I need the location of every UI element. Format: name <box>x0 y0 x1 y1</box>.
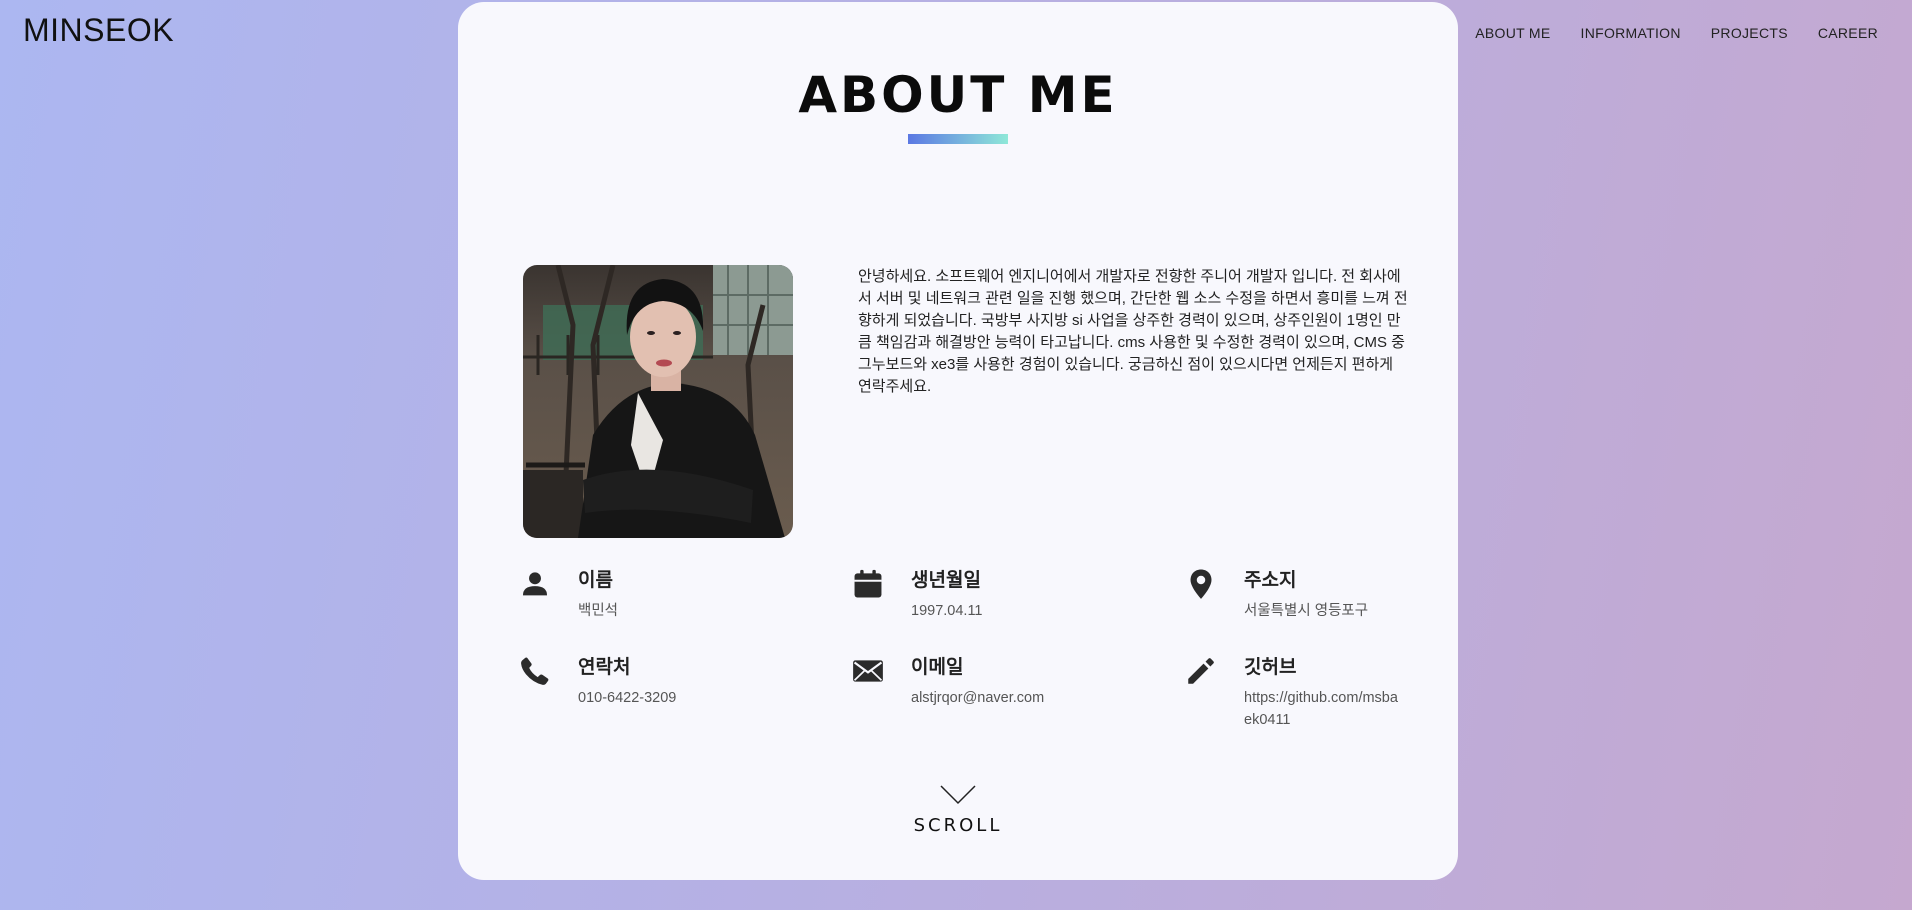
info-label: 깃허브 <box>1244 657 1297 678</box>
intro-text: 안녕하세요. 소프트웨어 엔지니어에서 개발자로 전향한 주니어 개발자 입니다… <box>858 268 1408 395</box>
nav-career[interactable]: CAREER <box>1818 25 1878 41</box>
info-label: 생년월일 <box>911 570 981 591</box>
title-underline <box>908 134 1008 144</box>
scroll-button[interactable]: SCROLL <box>458 785 1458 836</box>
chevron-down-icon <box>940 785 976 805</box>
nav-about-me[interactable]: ABOUT ME <box>1475 25 1550 41</box>
github-link[interactable]: https://github.com/msbaek0411 <box>1244 687 1404 731</box>
scroll-label: SCROLL <box>913 815 1003 836</box>
about-me-card: ABOUT ME 안녕하세요. 소프트웨어 엔지니어에서 개발자로 전향한 주니… <box>458 2 1458 880</box>
info-label: 주소지 <box>1244 570 1297 591</box>
calendar-icon <box>854 569 882 598</box>
nav-information[interactable]: INFORMATION <box>1581 25 1681 41</box>
envelope-icon <box>853 660 883 682</box>
phone-icon <box>521 657 549 685</box>
info-value: 1997.04.11 <box>911 603 983 619</box>
brand-logo[interactable]: MINSEOK <box>23 12 174 49</box>
top-nav: ABOUT ME INFORMATION PROJECTS CAREER <box>1475 25 1878 41</box>
location-pin-icon <box>1190 569 1212 599</box>
info-value: 010-6422-3209 <box>578 690 677 706</box>
pencil-icon <box>1188 658 1214 684</box>
info-value: 백민석 <box>578 603 619 619</box>
info-label: 연락처 <box>578 657 631 678</box>
info-value: 서울특별시 영등포구 <box>1244 603 1369 619</box>
nav-projects[interactable]: PROJECTS <box>1711 25 1788 41</box>
profile-photo <box>523 265 793 538</box>
person-icon <box>522 572 548 596</box>
info-value: alstjrqor@naver.com <box>911 690 1045 706</box>
info-label: 이메일 <box>911 657 964 678</box>
info-label: 이름 <box>578 570 613 591</box>
section-title: ABOUT ME <box>798 66 1118 124</box>
